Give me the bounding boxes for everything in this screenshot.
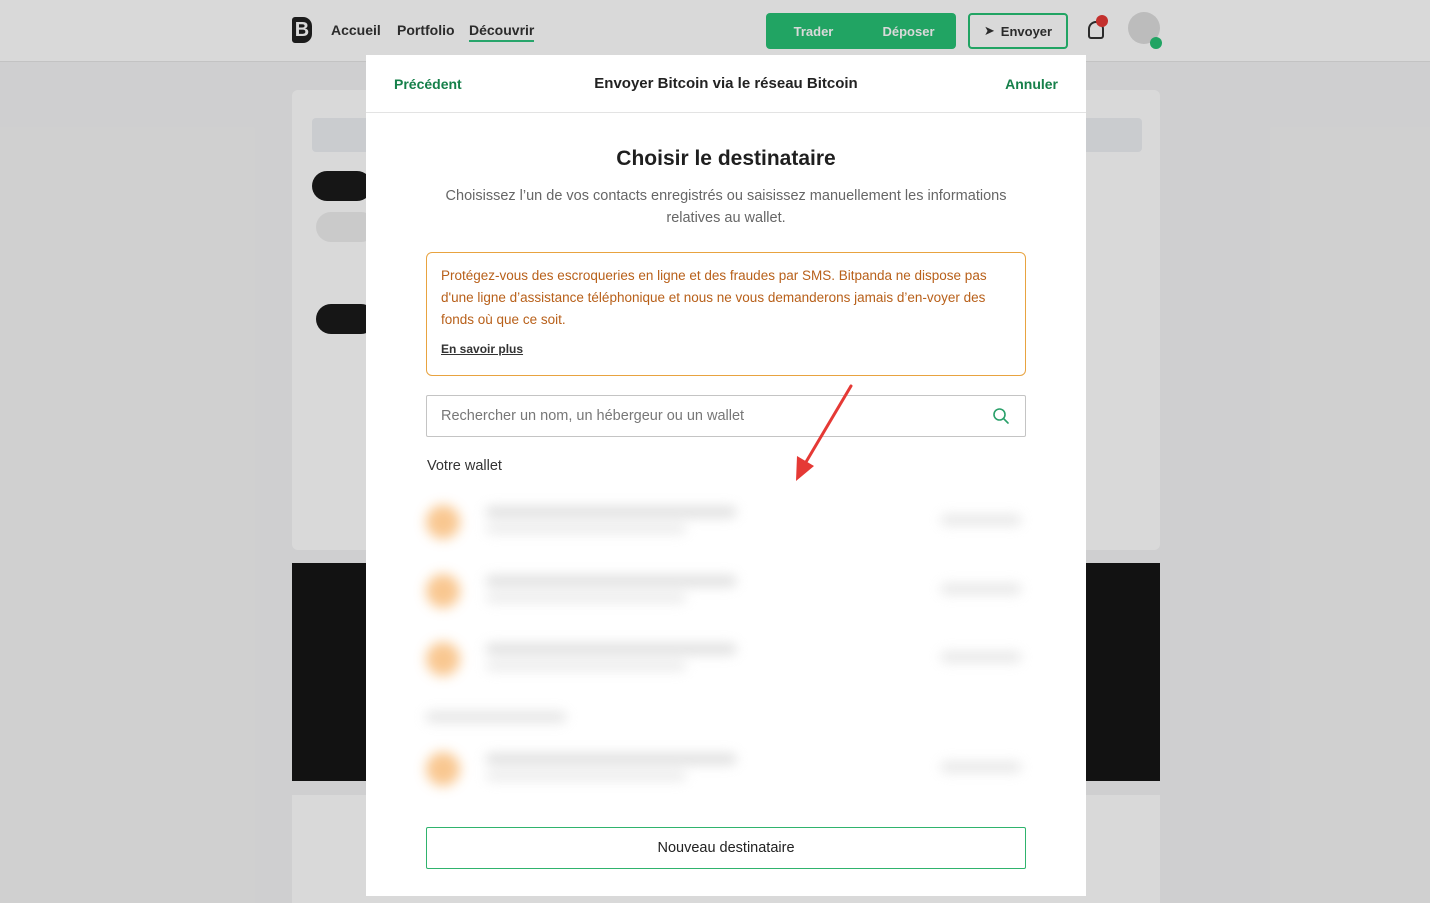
recipient-search-field[interactable] [426, 395, 1026, 437]
modal-header: Précédent Envoyer Bitcoin via le réseau … [366, 55, 1086, 113]
list-item[interactable] [426, 495, 1051, 551]
modal-title: Envoyer Bitcoin via le réseau Bitcoin [594, 75, 858, 92]
cancel-button[interactable]: Annuler [1005, 76, 1058, 92]
your-wallet-label: Votre wallet [427, 458, 502, 474]
learn-more-link[interactable]: En savoir plus [441, 342, 523, 356]
warning-text: Protégez-vous des escroqueries en ligne … [441, 268, 987, 327]
page-title: Choisir le destinataire [616, 147, 836, 170]
recipient-search-input[interactable] [441, 408, 991, 424]
list-item[interactable] [426, 632, 1051, 688]
list-item[interactable] [426, 564, 1051, 620]
search-icon[interactable] [991, 406, 1011, 426]
page-subtitle: Choisissez l’un de vos contacts enregist… [445, 188, 1007, 226]
list-item[interactable] [426, 742, 1051, 798]
new-recipient-button[interactable]: Nouveau destinataire [426, 827, 1026, 869]
scam-warning-box: Protégez-vous des escroqueries en ligne … [426, 252, 1026, 376]
blurred-section-label [426, 712, 566, 722]
send-bitcoin-modal: Précédent Envoyer Bitcoin via le réseau … [366, 55, 1086, 896]
blurred-wallet-list [406, 490, 1051, 805]
